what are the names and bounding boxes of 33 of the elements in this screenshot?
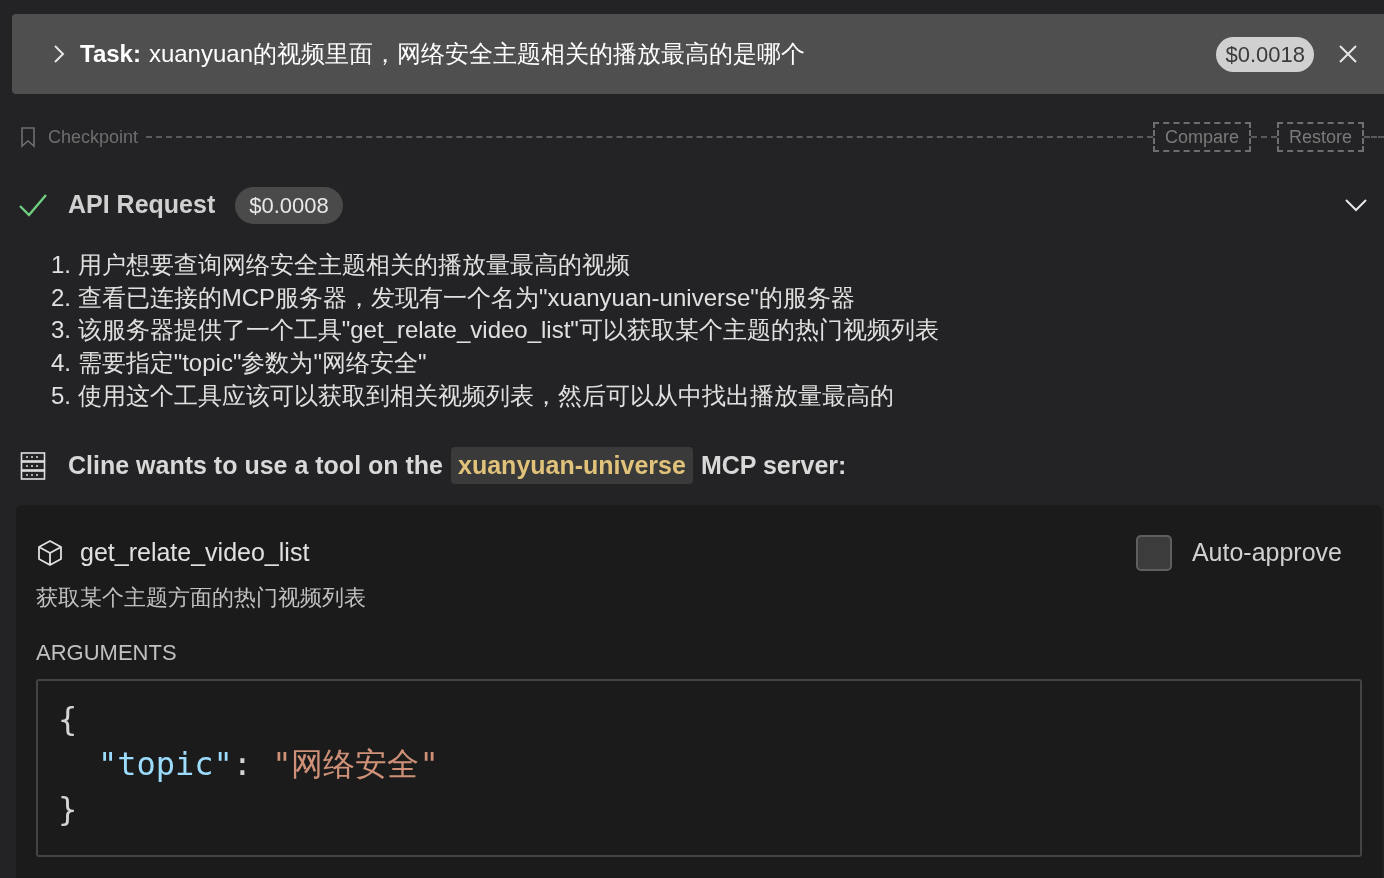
code-key: "topic" [98, 741, 233, 787]
cost-badge: $0.0018 [1216, 36, 1314, 72]
checkpoint-action[interactable]: Restore [1276, 122, 1364, 152]
code-colon: : [232, 743, 253, 785]
step-text: 2. 查看已连接的MCP服务器，发现有一个名为"xuanyuan-universe"的服务器 [51, 282, 856, 313]
auto-approve-checkbox[interactable] [1135, 534, 1172, 571]
auto-approve-label: Auto-approve [1191, 536, 1342, 568]
cost-badge: $0.0008 [235, 186, 343, 224]
tool-request-text: Cline wants to use a tool on the [68, 449, 444, 481]
tool-name: get_relate_video_list [80, 536, 310, 568]
chevron-icon[interactable] [1344, 197, 1368, 213]
checkpoint-label: Checkpoint [48, 125, 139, 149]
tool-description: 获取某个主题方面的热门视频列表 [36, 583, 367, 612]
cube-icon [36, 538, 64, 567]
bookmark-icon [20, 126, 36, 148]
chevron-icon[interactable] [52, 44, 66, 64]
checkpoint-action[interactable]: Compare [1152, 122, 1251, 152]
code-brace: } [58, 788, 78, 830]
server-icon [20, 450, 46, 481]
task-text: xuanyuan的视频里面，网络安全主题相关的播放最高的是哪个 [148, 39, 805, 69]
code-brace: { [58, 698, 78, 740]
task-header[interactable]: Task: xuanyuan的视频里面，网络安全主题相关的播放最高的是哪个 $0.0018 [12, 14, 1384, 94]
task-label: Task: [80, 39, 141, 69]
step-text: 3. 该服务器提供了一个工具"get_relate_video_list"可以获取某个主题的热门视频列表 [51, 315, 940, 346]
step-text: 5. 使用这个工具应该可以获取到相关视频列表，然后可以从中找出播放量最高的 [51, 380, 895, 411]
step-text: 1. 用户想要查询网络安全主题相关的播放量最高的视频 [51, 250, 631, 280]
code-value: "网络安全" [272, 743, 439, 785]
close-icon[interactable] [1338, 44, 1358, 64]
arguments-label: ARGUMENTS [36, 638, 178, 667]
request-title: API Request [68, 189, 216, 221]
server-name: xuanyuan-universe [451, 446, 693, 485]
step-text: 4. 需要指定"topic"参数为"网络安全" [51, 348, 428, 379]
tool-request-text: MCP server: [700, 449, 847, 481]
